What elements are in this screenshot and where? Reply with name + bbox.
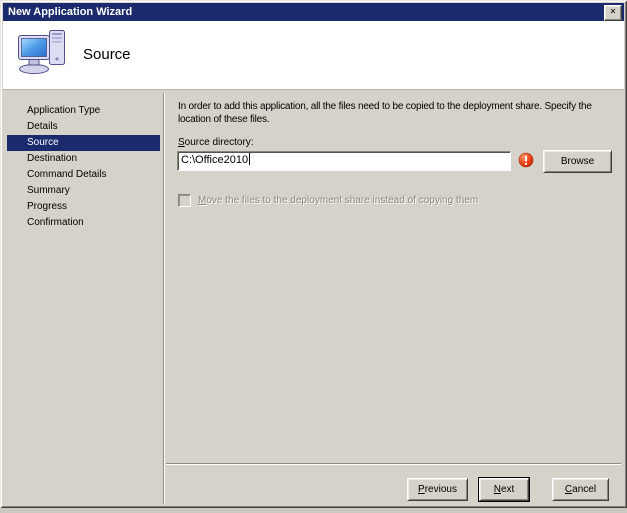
window-title: New Application Wizard xyxy=(8,6,133,18)
wizard-window: New Application Wizard ✕ Source Applicat… xyxy=(0,0,627,508)
footer-separator xyxy=(166,463,621,465)
sidebar-divider xyxy=(163,93,165,504)
move-files-checkbox-row: Move the files to the deployment share i… xyxy=(178,194,478,207)
sidebar-item-source: Source xyxy=(7,135,160,151)
sidebar-item-application-type: Application Type xyxy=(27,105,101,116)
sidebar-item-details: Details xyxy=(27,121,58,132)
sidebar-item-destination: Destination xyxy=(27,153,78,164)
sidebar-item-command-details: Command Details xyxy=(27,169,107,180)
text-caret xyxy=(249,153,251,165)
source-directory-value: C:\Office2010 xyxy=(181,154,249,166)
move-files-checkbox-label: Move the files to the deployment share i… xyxy=(198,195,479,206)
sidebar-item-summary: Summary xyxy=(27,185,70,196)
sidebar-item-progress: Progress xyxy=(27,201,68,212)
cancel-button[interactable]: Cancel xyxy=(552,478,609,501)
validation-error-icon xyxy=(518,152,534,168)
computer-icon xyxy=(17,29,71,80)
source-directory-input[interactable]: C:\Office2010 xyxy=(177,151,511,171)
sidebar-item-confirmation: Confirmation xyxy=(27,217,84,228)
wizard-steps-list: Application Type Details Source Destinat… xyxy=(7,103,160,231)
previous-button[interactable]: Previous xyxy=(407,478,468,501)
instruction-text: In order to add this application, all th… xyxy=(178,101,592,125)
close-icon[interactable]: ✕ xyxy=(604,5,622,21)
browse-button[interactable]: Browse xyxy=(543,150,612,173)
wizard-header: Source xyxy=(3,21,624,90)
page-title: Source xyxy=(83,46,131,63)
move-files-checkbox[interactable] xyxy=(178,194,191,207)
next-button[interactable]: Next xyxy=(478,477,530,502)
source-directory-label: Source directory: xyxy=(178,137,254,148)
titlebar[interactable]: New Application Wizard ✕ xyxy=(3,3,624,21)
